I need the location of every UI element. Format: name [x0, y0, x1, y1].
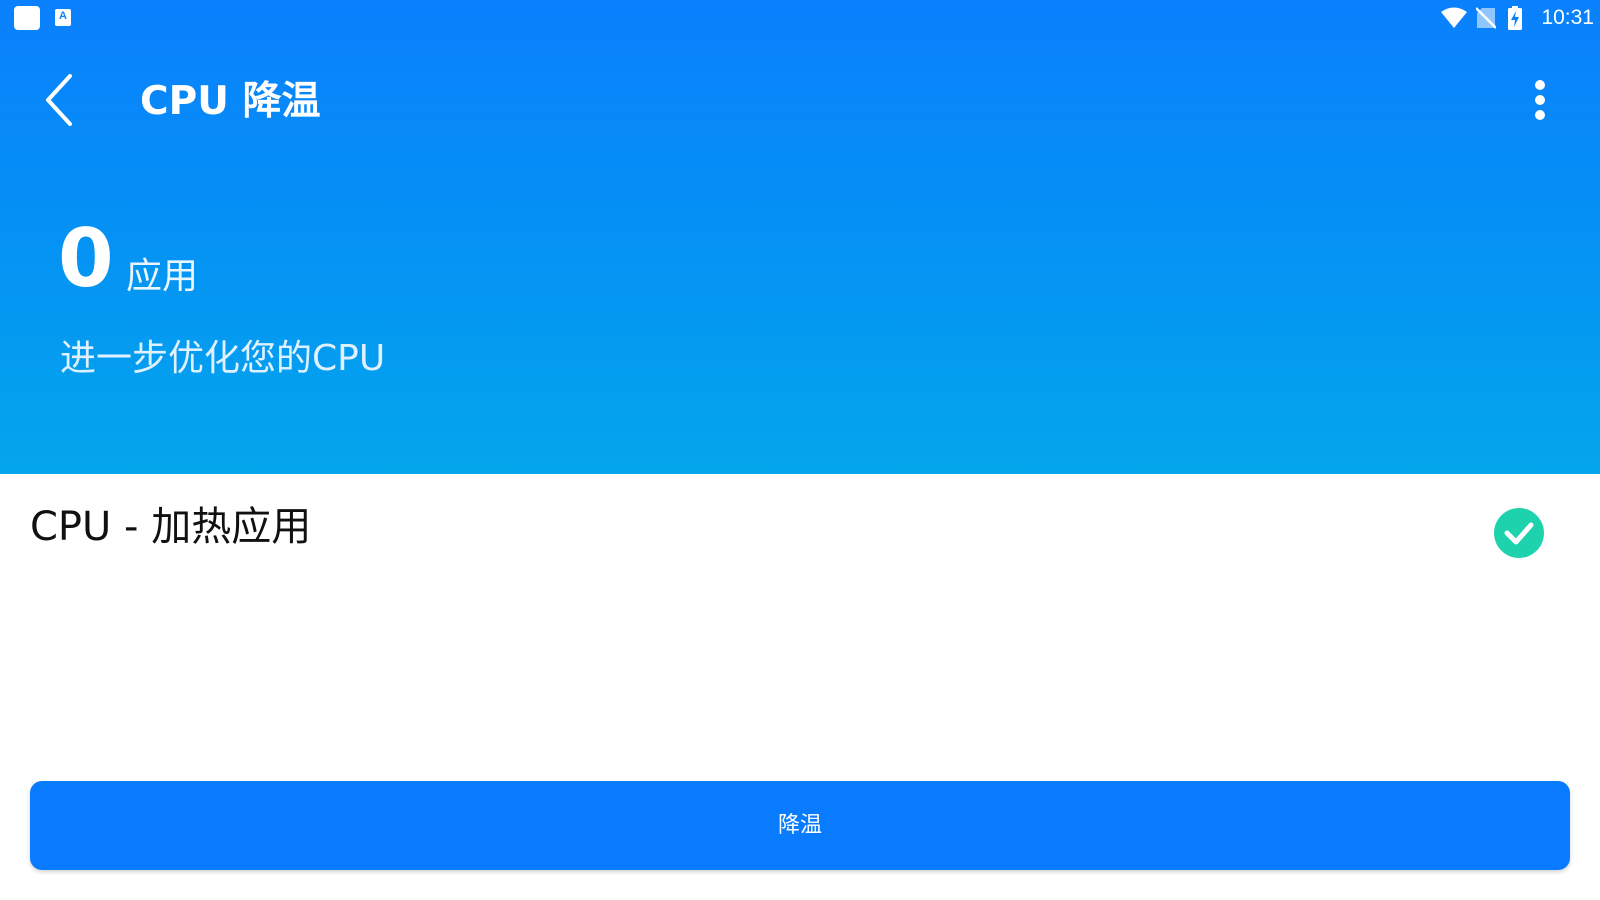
chevron-left-icon	[46, 74, 72, 126]
cpu-cooler-screen: A 10:31 CPU 降温 0 应用 进一步优化您的CPU CPU - 加热应…	[0, 0, 1600, 900]
more-dot	[1535, 110, 1545, 120]
more-dot	[1535, 95, 1545, 105]
back-button[interactable]	[30, 70, 90, 130]
app-count: 0	[58, 212, 114, 305]
wifi-icon	[1441, 7, 1467, 28]
no-sim-icon	[1476, 7, 1496, 29]
more-options-button[interactable]	[1520, 70, 1560, 130]
battery-charging-icon	[1508, 6, 1522, 30]
app-a-icon: A	[55, 9, 71, 26]
status-time: 10:31	[1541, 6, 1594, 29]
notification-square-icon	[14, 6, 40, 30]
summary-subtitle: 进一步优化您的CPU	[60, 338, 386, 379]
app-count-unit: 应用	[126, 256, 199, 297]
more-vertical-icon	[1535, 80, 1545, 90]
check-circle-icon	[1504, 522, 1534, 545]
heating-apps-section[interactable]: CPU - 加热应用	[0, 474, 1600, 584]
page-title: CPU 降温	[140, 79, 321, 124]
status-bar: A 10:31	[0, 0, 1600, 36]
cool-down-button[interactable]: 降温	[30, 781, 1570, 870]
header-panel: A 10:31 CPU 降温 0 应用 进一步优化您的CPU	[0, 0, 1600, 474]
select-all-checkbox[interactable]	[1494, 508, 1544, 558]
section-title: CPU - 加热应用	[30, 504, 312, 550]
